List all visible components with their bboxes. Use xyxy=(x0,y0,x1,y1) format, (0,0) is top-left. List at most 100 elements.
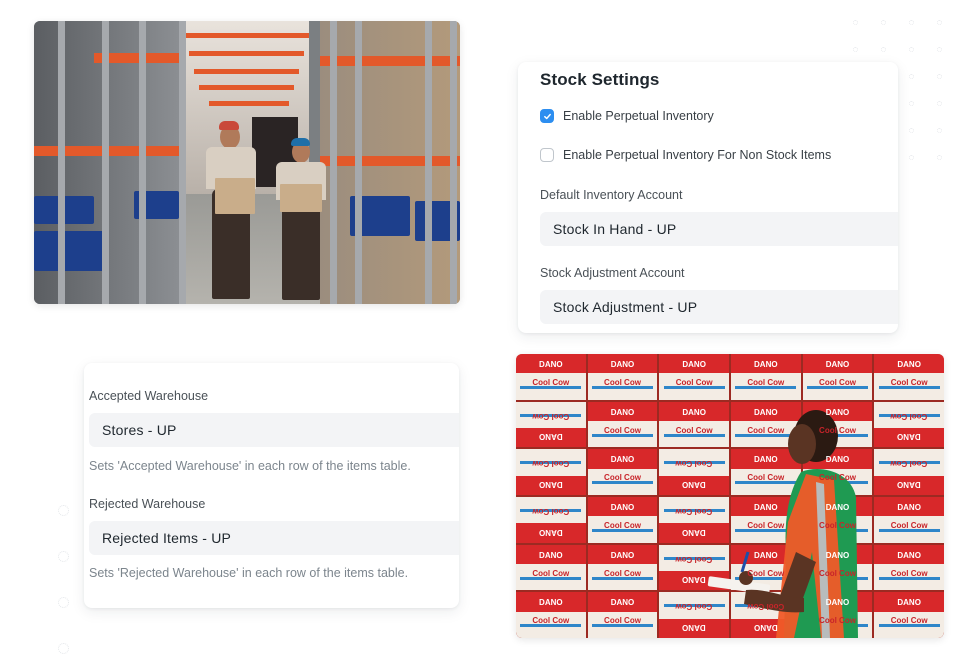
photo-detail: DANO xyxy=(754,360,778,369)
photo-detail xyxy=(909,101,914,106)
photo-detail: DANO xyxy=(539,527,563,537)
photo-detail: DANO xyxy=(825,503,850,512)
checkbox-checked[interactable] xyxy=(540,109,554,123)
worker-right xyxy=(272,136,330,304)
photo-detail: DANO xyxy=(539,360,563,369)
stock-adjustment-account-field[interactable]: Stock Adjustment - UP xyxy=(540,290,898,324)
photo-detail xyxy=(209,101,289,106)
photo-detail xyxy=(937,47,942,52)
photo-detail xyxy=(102,21,109,304)
photo-detail: Cool Cow xyxy=(747,425,785,435)
stock-checking-photo: DANO Cool Cow DANO Cool Cow DANO Cool Cow D… xyxy=(516,354,944,638)
photo-detail: DANO xyxy=(682,360,706,369)
photo-detail xyxy=(139,21,146,304)
photo-detail: DANO xyxy=(682,575,706,585)
default-inventory-account-field[interactable]: Stock In Hand - UP xyxy=(540,212,898,246)
photo-detail: Cool Cow xyxy=(604,568,641,578)
photo-detail: Cool Cow xyxy=(890,378,928,387)
photo-detail xyxy=(425,21,432,304)
photo-detail: DANO xyxy=(539,480,563,489)
decorative-dot-column xyxy=(58,505,69,654)
photo-detail: Cool Cow xyxy=(604,616,641,626)
photo-detail xyxy=(282,200,320,300)
photo-detail xyxy=(881,20,886,25)
left-rack xyxy=(34,21,186,304)
rejected-warehouse-field[interactable]: Rejected Items - UP xyxy=(89,521,459,555)
carried-box xyxy=(215,178,255,214)
box: DANO Cool Cow xyxy=(659,354,729,400)
photo-detail xyxy=(909,155,914,160)
photo-detail: Cool Cow xyxy=(890,616,928,626)
photo-detail: Cool Cow xyxy=(747,568,785,578)
photo-detail: DANO xyxy=(754,623,778,632)
photo-detail: DANO xyxy=(610,407,635,417)
photo-detail: DANO xyxy=(610,598,635,608)
photo-detail: Cool Cow xyxy=(532,616,570,626)
photo-detail: Cool Cow xyxy=(604,378,641,387)
photo-detail xyxy=(330,21,337,304)
photo-detail: Cool Cow xyxy=(532,568,570,578)
box: DANO Cool Cow xyxy=(587,497,658,543)
photo-detail: Cool Cow xyxy=(890,411,928,421)
box: DANO Cool Cow xyxy=(587,544,658,591)
accepted-warehouse-label: Accepted Warehouse xyxy=(89,389,209,403)
photo-detail: DANO xyxy=(682,623,706,632)
photo-detail xyxy=(199,85,294,90)
photo-detail xyxy=(219,121,239,130)
right-rack xyxy=(320,21,460,304)
accepted-warehouse-field[interactable]: Stores - UP xyxy=(89,413,459,447)
checkbox-unchecked[interactable] xyxy=(540,148,554,162)
box: DANO Cool Cow xyxy=(874,592,944,638)
photo-detail: DANO xyxy=(682,480,706,489)
warehouse-settings-card: Accepted Warehouse Stores - UP Sets 'Acc… xyxy=(84,363,459,608)
photo-detail: DANO xyxy=(825,550,850,560)
box: DANO Cool Cow xyxy=(516,497,586,543)
photo-detail: DANO xyxy=(610,455,635,465)
photo-detail: DANO xyxy=(825,360,850,369)
photo-detail xyxy=(450,21,457,304)
box: DANO Cool Cow xyxy=(516,544,586,591)
photo-detail: Cool Cow xyxy=(819,568,856,578)
carried-box xyxy=(280,184,322,212)
photo-detail xyxy=(58,505,69,516)
photo-detail xyxy=(937,128,942,133)
box: DANO Cool Cow xyxy=(516,401,586,448)
photo-detail: Cool Cow xyxy=(604,425,641,435)
box: DANO Cool Cow xyxy=(516,449,586,495)
photo-detail xyxy=(189,51,304,56)
box: DANO Cool Cow xyxy=(802,354,873,400)
photo-detail xyxy=(194,69,299,74)
photo-detail: DANO xyxy=(897,480,921,489)
photo-detail: Cool Cow xyxy=(604,473,641,483)
photo-detail: Cool Cow xyxy=(819,473,856,483)
photo-detail xyxy=(58,551,69,562)
photo-detail xyxy=(291,138,310,146)
photo-detail: Cool Cow xyxy=(604,521,641,530)
photo-detail: DANO xyxy=(610,550,635,560)
rejected-warehouse-label: Rejected Warehouse xyxy=(89,497,206,511)
photo-detail: Cool Cow xyxy=(675,459,713,469)
photo-detail: DANO xyxy=(897,432,921,442)
photo-detail: Cool Cow xyxy=(747,473,785,483)
photo-detail xyxy=(355,21,362,304)
photo-detail xyxy=(184,33,309,38)
photo-detail xyxy=(320,156,460,166)
photo-detail xyxy=(909,20,914,25)
photo-detail: DANO xyxy=(539,598,563,608)
worker-left xyxy=(202,121,262,304)
photo-detail: DANO xyxy=(754,407,778,417)
photo-detail: Cool Cow xyxy=(532,507,570,516)
enable-perpetual-inventory-non-stock-checkbox[interactable]: Enable Perpetual Inventory For Non Stock… xyxy=(540,148,831,162)
box: DANO Cool Cow xyxy=(587,354,658,400)
enable-perpetual-inventory-checkbox[interactable]: Enable Perpetual Inventory xyxy=(540,109,714,123)
photo-detail: DANO xyxy=(825,407,850,417)
photo-detail: DANO xyxy=(610,503,635,512)
box: DANO Cool Cow xyxy=(587,401,658,448)
photo-detail xyxy=(320,56,460,66)
warehouse-workers-photo xyxy=(34,21,460,304)
photo-detail: DANO xyxy=(825,455,850,465)
photo-detail xyxy=(58,21,65,304)
photo-detail: Cool Cow xyxy=(532,411,570,421)
box: DANO Cool Cow xyxy=(587,592,658,638)
box: DANO Cool Cow xyxy=(874,401,944,448)
